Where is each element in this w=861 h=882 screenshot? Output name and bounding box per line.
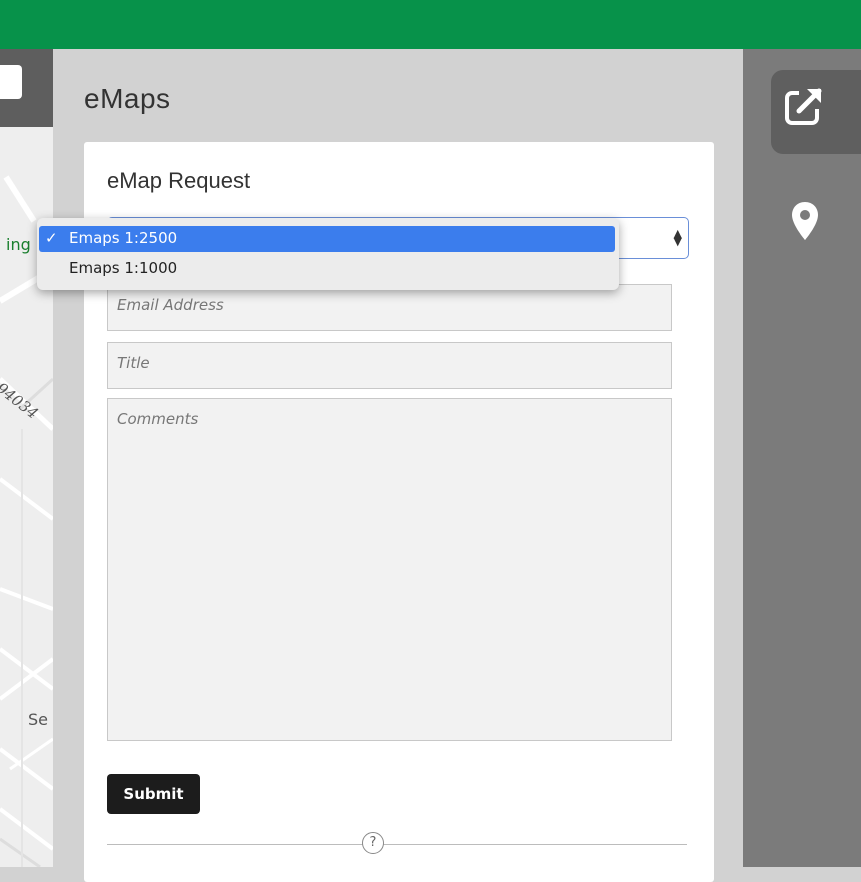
emaps-panel: eMaps eMap Request ▲ ▼ Email Address Titl… — [53, 49, 743, 882]
map-roads — [0, 175, 53, 867]
export-tool-button[interactable] — [771, 70, 861, 154]
help-icon[interactable]: ? — [362, 832, 384, 854]
divider — [107, 844, 687, 845]
location-pin-icon[interactable] — [791, 201, 819, 241]
export-edit-icon — [785, 87, 823, 125]
select-arrows-icon: ▲ ▼ — [673, 227, 682, 248]
email-placeholder: Email Address — [117, 296, 224, 314]
option-emaps-2500[interactable]: ✓ Emaps 1:2500 — [39, 226, 615, 252]
top-bar — [0, 0, 861, 49]
email-field[interactable]: Email Address — [107, 284, 672, 331]
panel-title: eMaps — [84, 83, 171, 114]
map-view[interactable]: ing 94034 Se — [0, 49, 53, 867]
scale-dropdown-list: ✓ Emaps 1:2500 Emaps 1:1000 — [37, 218, 619, 290]
title-placeholder: Title — [117, 354, 150, 372]
map-street-label: Se — [28, 710, 48, 729]
option-label: Emaps 1:2500 — [69, 229, 178, 247]
title-field[interactable]: Title — [107, 342, 672, 389]
form-title: eMap Request — [107, 168, 251, 193]
map-label: ing — [6, 235, 31, 254]
right-toolbar — [743, 49, 861, 867]
option-label: Emaps 1:1000 — [69, 259, 178, 277]
comments-field[interactable]: Comments — [107, 398, 672, 741]
option-emaps-1000[interactable]: Emaps 1:1000 — [39, 256, 615, 282]
comments-placeholder: Comments — [117, 410, 199, 428]
check-icon: ✓ — [45, 229, 58, 247]
submit-button[interactable]: Submit — [107, 774, 200, 814]
